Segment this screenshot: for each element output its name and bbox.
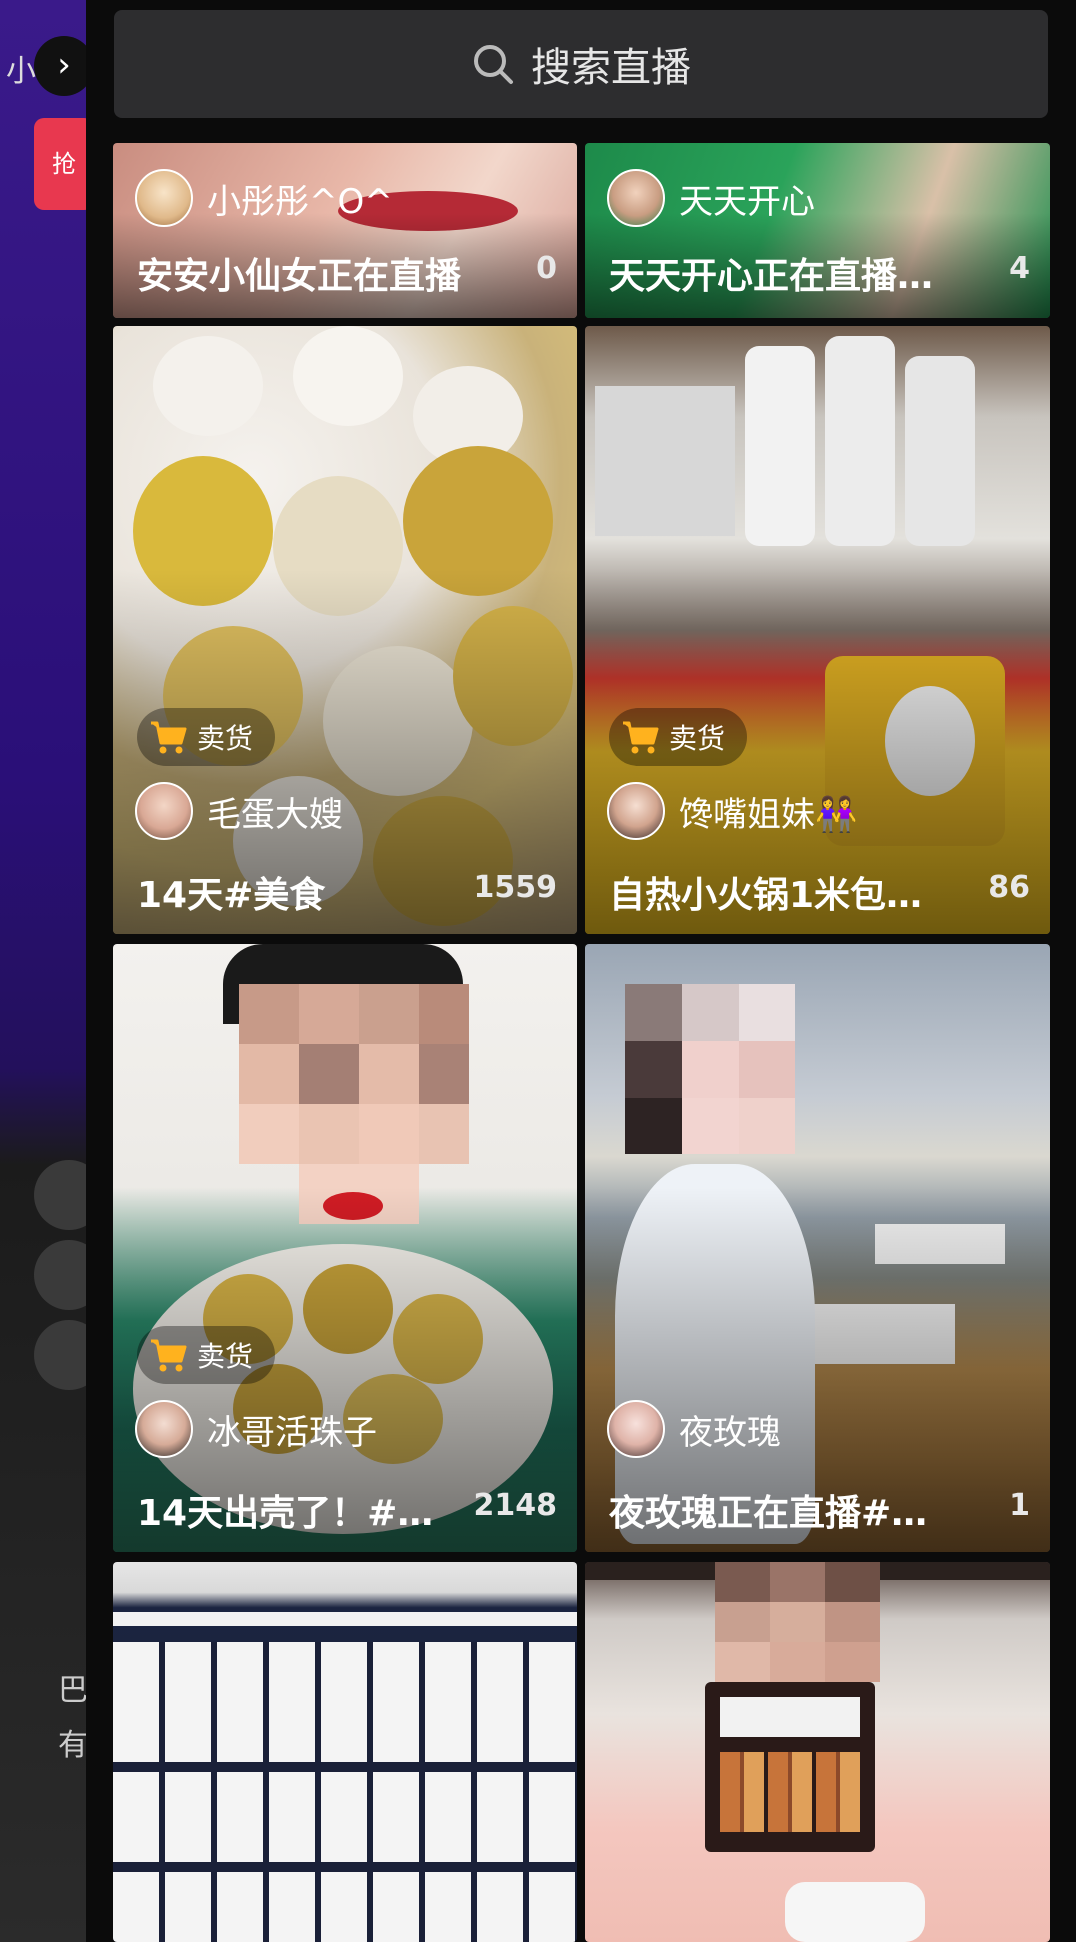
live-cover-image <box>113 1562 577 1942</box>
shopping-cart-icon <box>151 1339 187 1372</box>
live-card[interactable] <box>585 1562 1050 1942</box>
streamer-name: 毛蛋大嫂 <box>207 794 343 835</box>
live-title: 安安小仙女正在直播 <box>137 256 462 297</box>
avatar <box>607 1400 665 1458</box>
streamer-name: 馋嘴姐妹👭 <box>679 794 858 835</box>
streamer-info: 冰哥活珠子 <box>135 1400 377 1458</box>
streamer-info: 小彤彤^O^ <box>135 169 393 227</box>
live-card[interactable] <box>113 1562 577 1942</box>
search-placeholder: 搜索直播 <box>531 45 691 91</box>
badge-label: 卖货 <box>197 722 254 755</box>
live-card[interactable]: 卖货 冰哥活珠子 14天出壳了！#… 2148 <box>113 944 577 1552</box>
live-card[interactable]: 卖货 馋嘴姐妹👭 自热小火锅1米包… 86 <box>585 326 1050 934</box>
streamer-name: 夜玫瑰 <box>679 1412 781 1453</box>
live-card[interactable]: 卖货 毛蛋大嫂 14天#美食 1559 <box>113 326 577 934</box>
chevron-right-icon[interactable]: › <box>34 36 94 96</box>
live-card[interactable]: 夜玫瑰 夜玫瑰正在直播#… 1 <box>585 944 1050 1552</box>
live-card[interactable]: 天天开心 天天开心正在直播… 4 <box>585 143 1050 318</box>
avatar <box>607 782 665 840</box>
avatar <box>135 782 193 840</box>
viewer-count: 1 <box>1009 1488 1030 1523</box>
viewer-count: 4 <box>1009 251 1030 286</box>
selling-badge: 卖货 <box>137 708 276 766</box>
live-title: 天天开心正在直播… <box>609 256 934 297</box>
viewer-count: 0 <box>536 251 557 286</box>
background-text: 有 <box>58 1728 88 1763</box>
streamer-info: 馋嘴姐妹👭 <box>607 782 857 840</box>
blurred-face <box>715 1562 880 1682</box>
background-text: 巴 <box>58 1673 88 1708</box>
avatar <box>135 1400 193 1458</box>
streamer-name: 天天开心 <box>679 181 815 222</box>
blurred-face <box>625 984 795 1154</box>
selling-badge: 卖货 <box>609 708 748 766</box>
streamer-info: 毛蛋大嫂 <box>135 782 343 840</box>
badge-label: 卖货 <box>669 722 726 755</box>
streamer-info: 天天开心 <box>607 169 815 227</box>
live-title: 夜玫瑰正在直播#… <box>609 1493 928 1534</box>
badge-label: 卖货 <box>197 1340 254 1373</box>
search-icon <box>474 45 513 84</box>
background-app-button[interactable]: 抢 <box>34 118 94 210</box>
viewer-count: 1559 <box>473 870 558 905</box>
live-cover-image <box>585 1562 1050 1942</box>
avatar <box>607 169 665 227</box>
search-bar[interactable]: 搜索直播 <box>114 10 1048 118</box>
live-title: 14天#美食 <box>137 875 326 916</box>
viewer-count: 2148 <box>473 1488 558 1523</box>
shopping-cart-icon <box>623 721 659 754</box>
shopping-cart-icon <box>151 721 187 754</box>
streamer-name: 小彤彤^O^ <box>207 181 393 222</box>
streamer-info: 夜玫瑰 <box>607 1400 781 1458</box>
background-app-label: 小 <box>6 54 36 89</box>
live-title: 自热小火锅1米包… <box>609 875 923 916</box>
avatar <box>135 169 193 227</box>
selling-badge: 卖货 <box>137 1326 276 1384</box>
streamer-name: 冰哥活珠子 <box>207 1412 377 1453</box>
live-card[interactable]: 小彤彤^O^ 安安小仙女正在直播 0 <box>113 143 577 318</box>
live-title: 14天出壳了！#… <box>137 1493 434 1534</box>
viewer-count: 86 <box>988 870 1030 905</box>
